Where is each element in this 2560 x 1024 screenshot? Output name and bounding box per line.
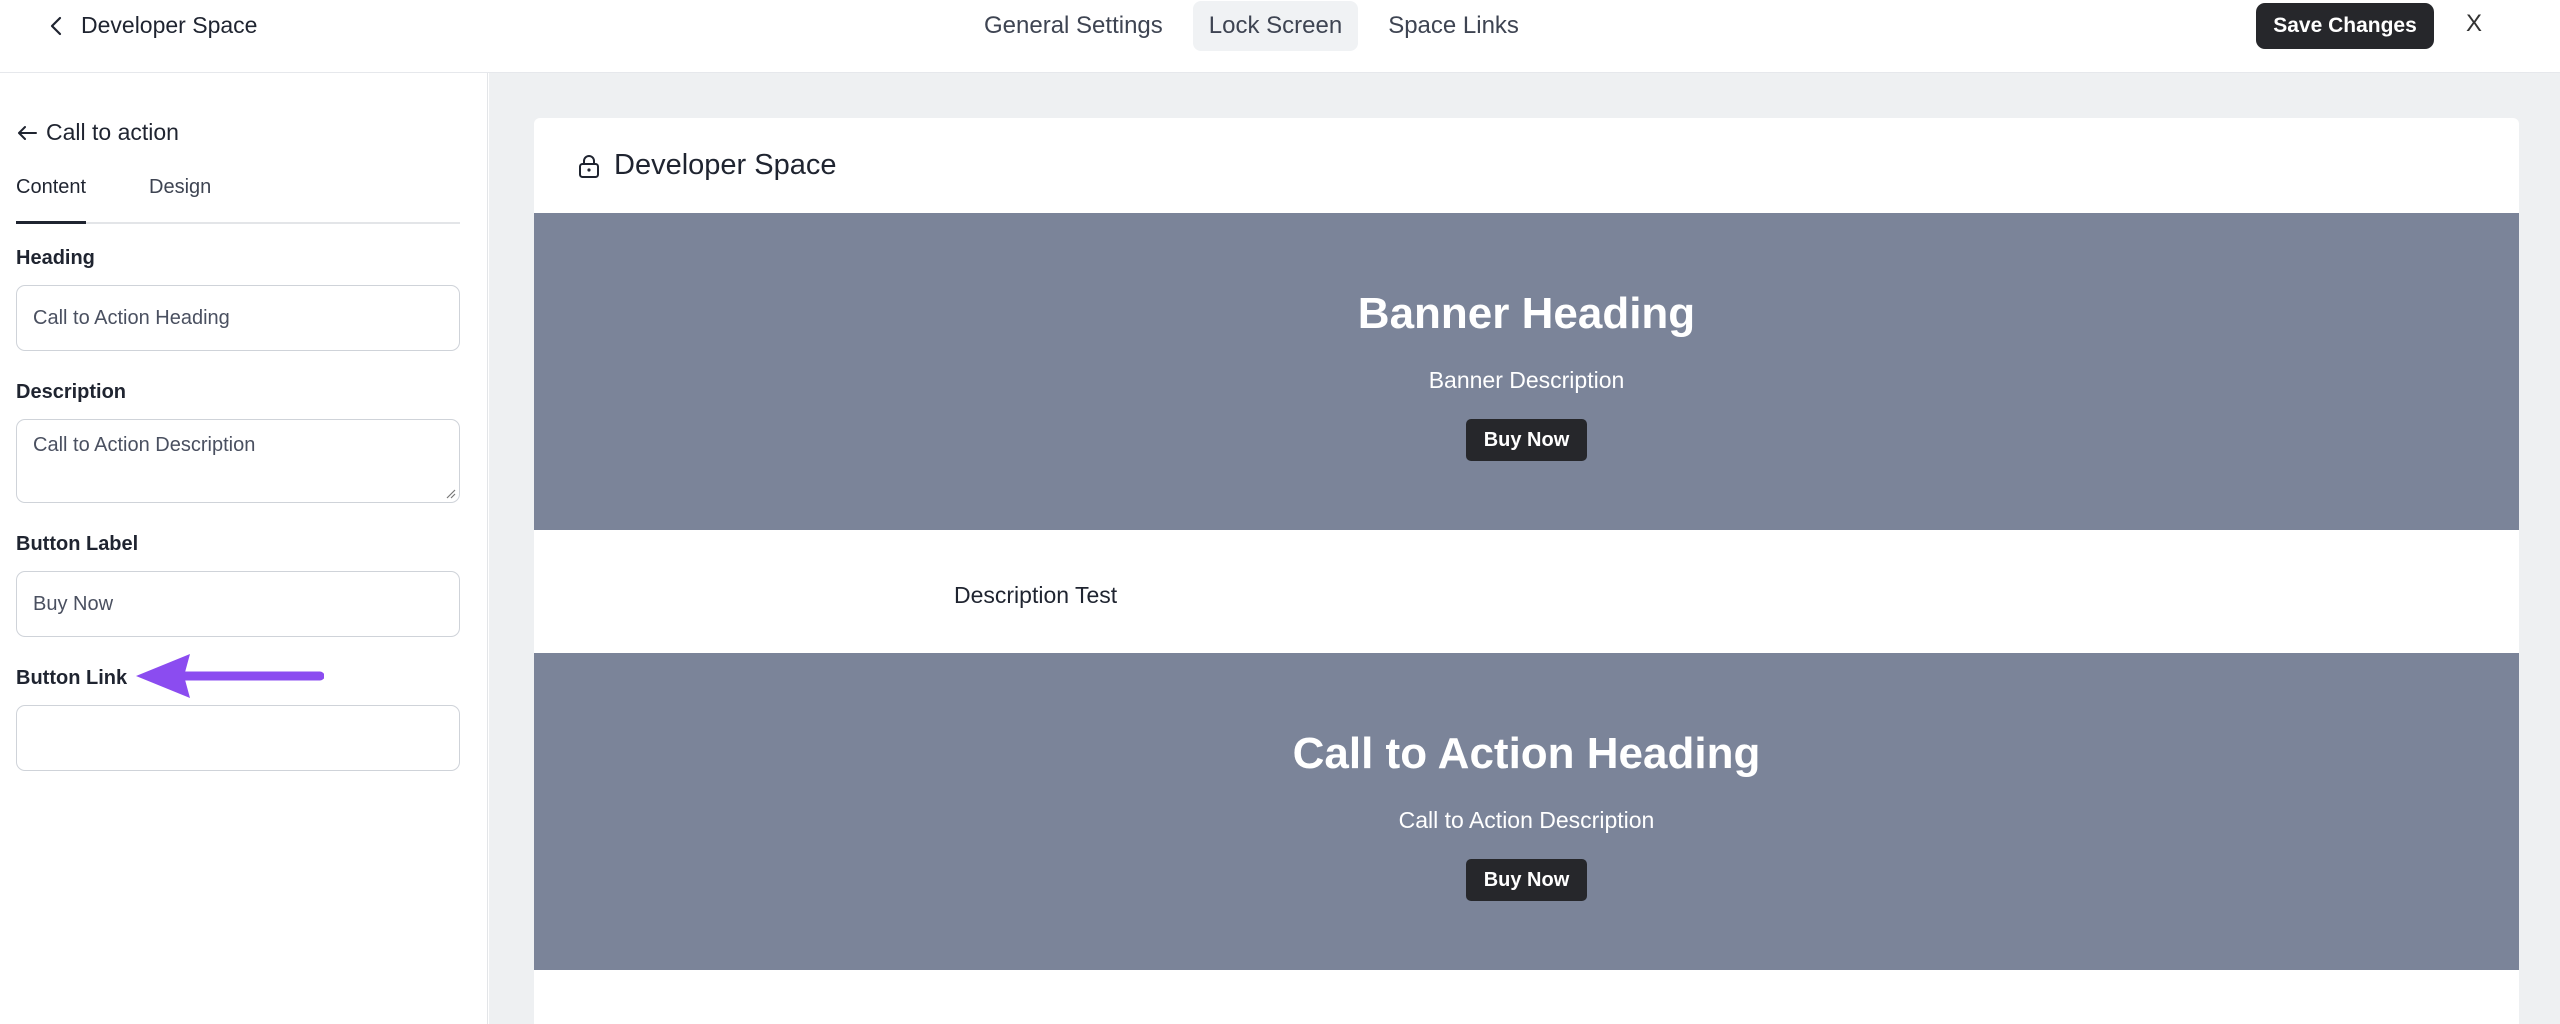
preview-area: Developer Space Banner Heading Banner De… [489,73,2560,1024]
arrow-left-icon [18,125,37,140]
resize-handle-icon[interactable] [444,487,456,499]
section-title: Call to action [46,119,179,145]
button-label-input[interactable]: Buy Now [16,571,460,637]
lock-icon [579,154,599,178]
sidebar-tabs: Content Design [16,176,460,294]
annotation-arrow-icon [136,654,324,698]
card-title: Developer Space [614,149,837,181]
button-link-label: Button Link [16,667,128,689]
app-title: Developer Space [81,12,258,38]
section-back-link[interactable]: Call to action [16,119,179,146]
tab-content[interactable]: Content [16,176,87,224]
chevron-left-icon [50,16,62,36]
lock-screen-card: Developer Space Banner Heading Banner De… [534,118,2519,1024]
button-link-input[interactable] [16,705,460,771]
cta-buy-now-button[interactable]: Buy Now [1466,859,1587,901]
banner-buy-now-button[interactable]: Buy Now [1466,419,1587,461]
heading-input[interactable]: Call to Action Heading [16,285,460,351]
description-label: Description [16,381,127,403]
tab-design[interactable]: Design [149,176,211,211]
description-text-block: Description Test [954,582,1118,608]
sidebar: Call to action Content Design Heading Ca… [0,73,488,1024]
card-header: Developer Space [534,118,2519,213]
button-label-label: Button Label [16,533,139,555]
tab-general-settings[interactable]: General Settings [968,1,1179,51]
banner-description: Banner Description [1428,367,1625,393]
tab-space-links[interactable]: Space Links [1372,1,1535,51]
back-button[interactable] [40,10,72,42]
cta-section: Call to Action Heading Call to Action De… [534,653,2519,970]
heading-label: Heading [16,247,95,269]
top-tabs: General Settings Lock Screen Space Links [968,1,1535,51]
banner-heading: Banner Heading [1357,289,1696,338]
banner-section: Banner Heading Banner Description Buy No… [534,213,2519,530]
save-changes-button[interactable]: Save Changes [2256,3,2434,49]
cta-heading: Call to Action Heading [1292,729,1761,778]
tab-lock-screen[interactable]: Lock Screen [1192,1,1359,51]
close-button[interactable]: X [2466,10,2482,38]
description-value: Call to Action Description [33,434,256,456]
description-textarea[interactable]: Call to Action Description [16,419,460,503]
top-bar: Developer Space General Settings Lock Sc… [0,0,2560,73]
cta-description: Call to Action Description [1398,807,1655,833]
